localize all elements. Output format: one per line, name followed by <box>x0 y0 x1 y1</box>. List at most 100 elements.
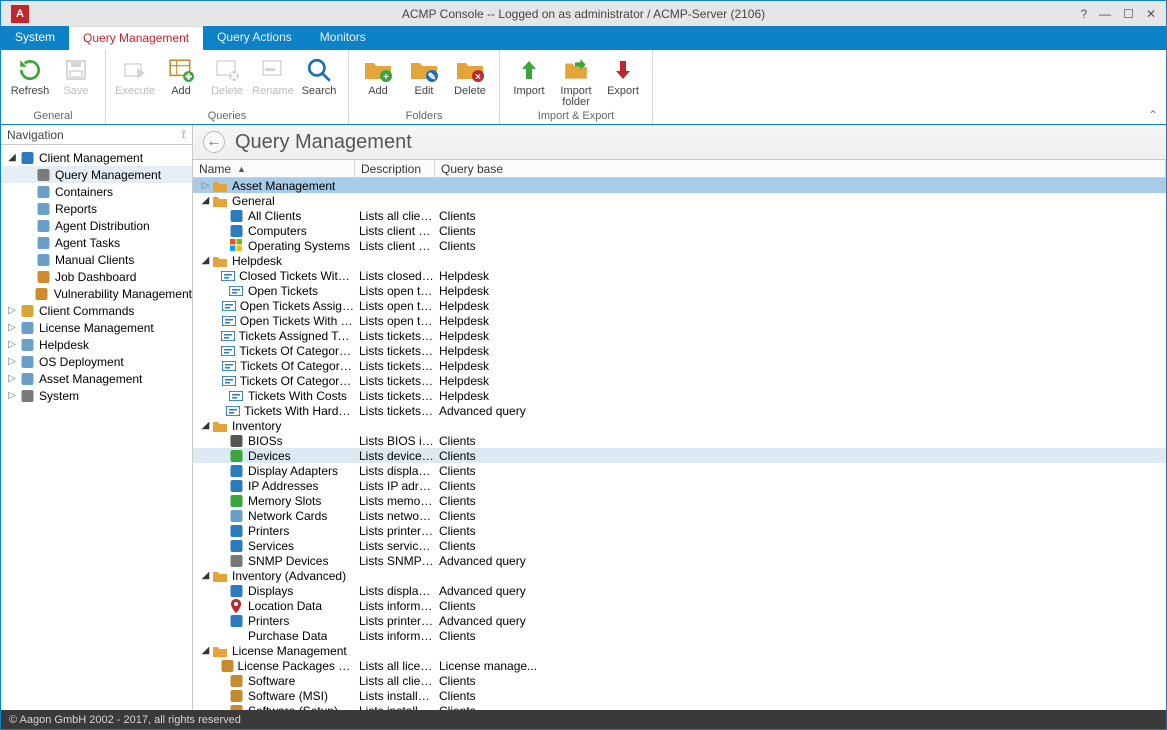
query-row[interactable]: IP AddressesLists IP adresse...Clients <box>193 478 1166 493</box>
back-button[interactable]: ← <box>203 131 225 153</box>
folder-row[interactable]: ◢General <box>193 193 1166 208</box>
ribbon-fadd[interactable]: +Add <box>355 52 401 110</box>
query-row[interactable]: Display AdaptersLists display ad...Clien… <box>193 463 1166 478</box>
query-row[interactable]: Tickets Of Category 'Har...Lists tickets… <box>193 358 1166 373</box>
nav-license-management[interactable]: ▷ License Management <box>1 319 192 336</box>
query-row[interactable]: Network CardsLists network c...Clients <box>193 508 1166 523</box>
folder-row[interactable]: ◢License Management <box>193 643 1166 658</box>
tree-toggle-icon[interactable]: ▷ <box>7 373 17 384</box>
query-row[interactable]: Location DataLists informatio...Clients <box>193 598 1166 613</box>
query-row[interactable]: PrintersLists printers fr...Advanced que… <box>193 613 1166 628</box>
col-description[interactable]: Description <box>355 160 435 177</box>
folder-row[interactable]: ◢Inventory <box>193 418 1166 433</box>
folder-icon <box>212 194 228 208</box>
ribbon-import[interactable]: Import <box>506 52 552 110</box>
tree-toggle-icon[interactable]: ◢ <box>201 195 210 206</box>
query-row[interactable]: Tickets Of Category (Dyn...Lists tickets… <box>193 343 1166 358</box>
row-query-base: Helpdesk <box>435 314 1166 328</box>
tree-toggle-icon[interactable]: ▷ <box>201 180 210 191</box>
tree-toggle-icon[interactable]: ▷ <box>7 339 17 350</box>
menu-tab-query-actions[interactable]: Query Actions <box>203 26 306 50</box>
tree-toggle-icon[interactable]: ▷ <box>7 322 17 333</box>
query-row[interactable]: DisplaysLists displays fr...Advanced que… <box>193 583 1166 598</box>
nav-helpdesk[interactable]: ▷Helpdesk <box>1 336 192 353</box>
query-row[interactable]: SNMP DevicesLists SNMP devi...Advanced q… <box>193 553 1166 568</box>
col-query-base[interactable]: Query base <box>435 160 1166 177</box>
query-row[interactable]: Operating SystemsLists client OS i...Cli… <box>193 238 1166 253</box>
nav-item-label: License Management <box>39 321 154 335</box>
query-row[interactable]: Tickets Of Category 'Soft...Lists ticket… <box>193 373 1166 388</box>
ribbon-refresh[interactable]: Refresh <box>7 52 53 110</box>
query-row[interactable]: Closed Tickets With Work...Lists closed … <box>193 268 1166 283</box>
nav-agent-distribution[interactable]: Agent Distribution <box>1 217 192 234</box>
tree-toggle-icon[interactable]: ◢ <box>201 570 210 581</box>
win-icon <box>228 239 244 253</box>
ribbon-export[interactable]: Export <box>600 52 646 110</box>
tree-toggle-icon[interactable]: ▷ <box>7 356 17 367</box>
query-row[interactable]: License Packages With Cli...Lists all li… <box>193 658 1166 673</box>
folder-row[interactable]: ▷Asset Management <box>193 178 1166 193</box>
query-row[interactable]: Software (MSI)Lists installed M...Client… <box>193 688 1166 703</box>
nav-containers[interactable]: Containers <box>1 183 192 200</box>
minimize-icon[interactable]: — <box>1099 7 1111 21</box>
tree-toggle-icon[interactable]: ◢ <box>7 152 17 163</box>
tree-toggle-icon[interactable]: ◢ <box>201 255 210 266</box>
tree-toggle-icon[interactable]: ◢ <box>201 420 210 431</box>
ribbon-search[interactable]: Search <box>296 52 342 110</box>
tree-toggle-icon[interactable]: ◢ <box>201 645 210 656</box>
query-row[interactable]: DevicesLists devices of ...Clients <box>193 448 1166 463</box>
nav-query-management[interactable]: Query Management <box>1 166 192 183</box>
query-row[interactable]: PrintersLists printers of...Clients <box>193 523 1166 538</box>
ribbon-fdel[interactable]: ×Delete <box>447 52 493 110</box>
query-row[interactable]: All ClientsLists all clientsClients <box>193 208 1166 223</box>
nav-system[interactable]: ▷System <box>1 387 192 404</box>
query-row[interactable]: Memory SlotsLists memory sl...Clients <box>193 493 1166 508</box>
nav-client-commands[interactable]: ▷Client Commands <box>1 302 192 319</box>
query-row[interactable]: Open TicketsLists open ticketsHelpdesk <box>193 283 1166 298</box>
query-row[interactable]: Software (Setup)Lists installed s...Clie… <box>193 703 1166 710</box>
ribbon-fedit[interactable]: ✎Edit <box>401 52 447 110</box>
folder-row[interactable]: ◢Inventory (Advanced) <box>193 568 1166 583</box>
tree-toggle-icon[interactable]: ▷ <box>7 305 17 316</box>
nav-asset-management[interactable]: ▷Asset Management <box>1 370 192 387</box>
query-row[interactable]: Tickets Assigned To NobodyLists tickets … <box>193 328 1166 343</box>
query-row[interactable]: ServicesLists services of...Clients <box>193 538 1166 553</box>
monitor-icon <box>228 224 244 238</box>
nav-job-dashboard[interactable]: Job Dashboard <box>1 268 192 285</box>
nav-vulnerability-management[interactable]: Vulnerability Management <box>1 285 192 302</box>
close-icon[interactable]: ✕ <box>1146 7 1156 21</box>
ribbon-add[interactable]: Add <box>158 52 204 110</box>
query-row[interactable]: Purchase DataLists informatio...Clients <box>193 628 1166 643</box>
pkg-icon <box>228 689 244 703</box>
menu-tab-system[interactable]: System <box>1 26 69 50</box>
query-row[interactable]: Open Tickets With Worki...Lists open tic… <box>193 313 1166 328</box>
folder-row[interactable]: ◢Helpdesk <box>193 253 1166 268</box>
nav-os-deployment[interactable]: ▷OS Deployment <box>1 353 192 370</box>
query-row[interactable]: Open Tickets Assigned T...Lists open tic… <box>193 298 1166 313</box>
query-row[interactable]: ComputersLists client hard...Clients <box>193 223 1166 238</box>
row-description: Lists tickets tha... <box>355 329 435 343</box>
col-name[interactable]: Name▲ <box>193 160 355 177</box>
ribbon-label: Export <box>607 86 639 97</box>
arrow-up-icon <box>515 56 543 84</box>
nav-reports[interactable]: Reports <box>1 200 192 217</box>
pin-icon[interactable]: ⟟ <box>182 127 186 142</box>
row-query-base: Advanced query <box>435 554 1166 568</box>
grid-header: Name▲ Description Query base <box>193 160 1166 178</box>
nav-manual-clients[interactable]: Manual Clients <box>1 251 192 268</box>
ribbon-importf[interactable]: Import folder <box>552 52 600 110</box>
query-row[interactable]: Tickets With HardwareLists tickets tha..… <box>193 403 1166 418</box>
ribbon-collapse-icon[interactable]: ⌃ <box>1148 108 1158 122</box>
grid-body[interactable]: ▷Asset Management◢GeneralAll ClientsList… <box>193 178 1166 710</box>
menu-tab-monitors[interactable]: Monitors <box>306 26 380 50</box>
menu-tab-query-management[interactable]: Query Management <box>69 26 203 50</box>
query-row[interactable]: BIOSsLists BIOS infor...Clients <box>193 433 1166 448</box>
help-icon[interactable]: ? <box>1080 7 1087 21</box>
arrow-down-icon <box>609 56 637 84</box>
tree-toggle-icon[interactable]: ▷ <box>7 390 17 401</box>
query-row[interactable]: SoftwareLists all clients ...Clients <box>193 673 1166 688</box>
nav-agent-tasks[interactable]: Agent Tasks <box>1 234 192 251</box>
query-row[interactable]: Tickets With CostsLists tickets tha...He… <box>193 388 1166 403</box>
maximize-icon[interactable]: ☐ <box>1123 7 1134 21</box>
nav-client-management[interactable]: ◢Client Management <box>1 149 192 166</box>
